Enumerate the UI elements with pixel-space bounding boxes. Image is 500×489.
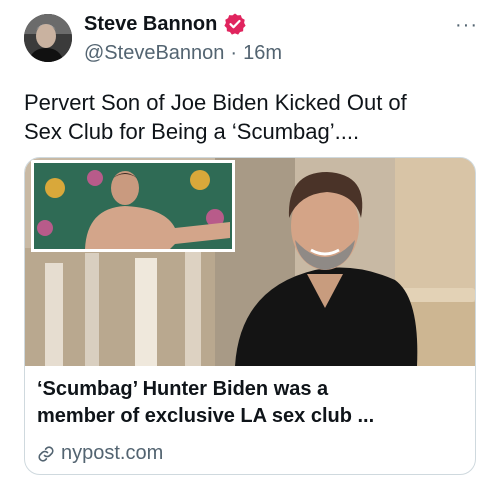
avatar-photo — [24, 14, 72, 62]
tweet-text: Pervert Son of Joe Biden Kicked Out of S… — [24, 88, 476, 146]
card-image[interactable] — [25, 158, 475, 366]
card-title-line: ‘Scumbag’ Hunter Biden was a — [37, 378, 329, 400]
card-photo — [25, 158, 475, 366]
avatar[interactable] — [24, 14, 72, 62]
link-icon — [37, 445, 55, 463]
card-title[interactable]: ‘Scumbag’ Hunter Biden was a member of e… — [37, 376, 463, 430]
timestamp[interactable]: 16m — [243, 42, 282, 64]
card-domain-text: nypost.com — [61, 442, 164, 464]
tweet-text-line: Pervert Son of Joe Biden Kicked Out of — [24, 90, 407, 115]
link-preview-card[interactable]: ‘Scumbag’ Hunter Biden was a member of e… — [24, 157, 476, 475]
card-domain[interactable]: nypost.com — [37, 442, 163, 465]
author-handle-row: @SteveBannon · 16m — [84, 42, 282, 65]
separator-dot: · — [230, 42, 238, 64]
author-handle[interactable]: @SteveBannon — [84, 42, 224, 64]
display-name-text: Steve Bannon — [84, 12, 218, 35]
verified-badge-icon — [223, 12, 247, 36]
tweet-text-line: Sex Club for Being a ‘Scumbag’.... — [24, 119, 360, 144]
card-title-line: member of exclusive LA sex club ... — [37, 405, 375, 427]
author-display-name[interactable]: Steve Bannon — [84, 12, 247, 36]
more-horizontal-icon[interactable]: ··· — [455, 14, 478, 37]
